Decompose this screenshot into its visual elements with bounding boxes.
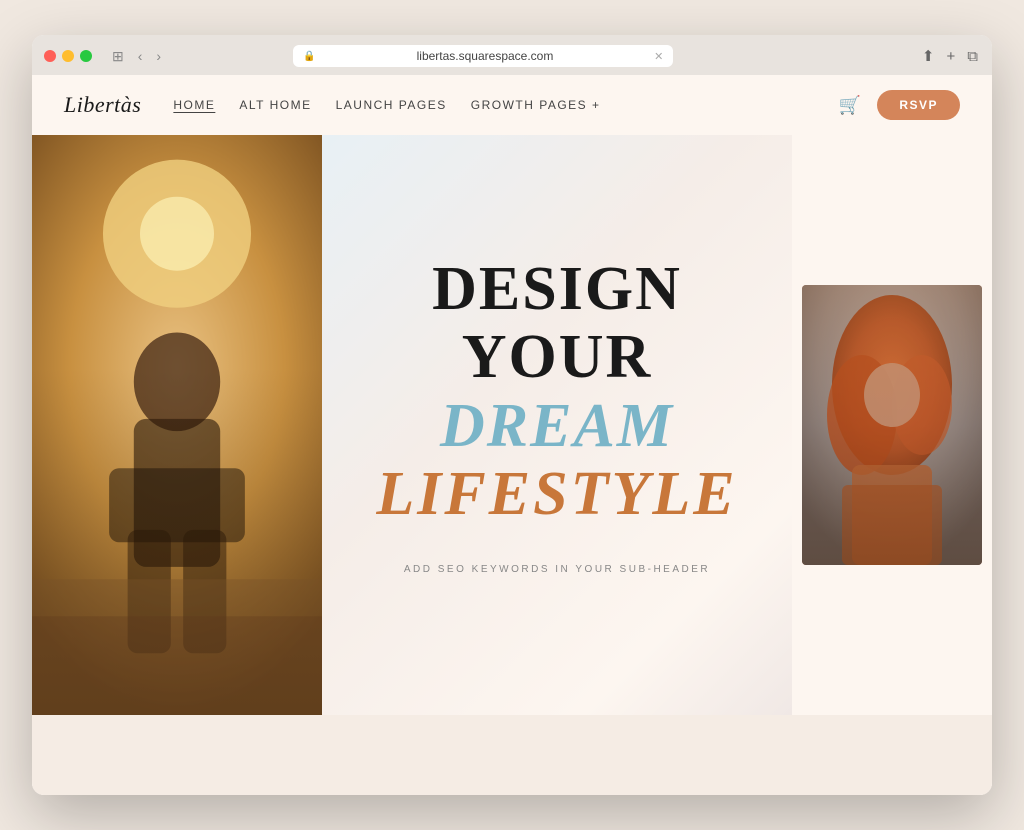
browser-actions: ⬆ + ⧉ [920, 45, 980, 67]
rsvp-button[interactable]: RSVP [877, 90, 960, 120]
browser-chrome: ⊞ ‹ › 🔒 libertas.squarespace.com ✕ ⬆ + ⧉ [32, 35, 992, 75]
hero-line-lifestyle: LIFESTYLE [362, 460, 752, 528]
hero-right-svg [802, 285, 982, 565]
nav-links: HOME ALT HOME LAUNCH PAGES GROWTH PAGES … [173, 98, 839, 112]
traffic-lights [44, 50, 92, 62]
website-content: Libertàs HOME ALT HOME LAUNCH PAGES GROW… [32, 75, 992, 795]
address-bar[interactable]: 🔒 libertas.squarespace.com ✕ [293, 45, 673, 67]
nav-right: 🛒 RSVP [839, 90, 960, 120]
nav-link-home[interactable]: HOME [173, 98, 215, 112]
hero-word-dream: DREAM [440, 392, 674, 460]
maximize-button[interactable] [80, 50, 92, 62]
url-text: libertas.squarespace.com [322, 49, 648, 63]
nav-link-launch-pages[interactable]: LAUNCH PAGES [336, 98, 447, 112]
new-tab-icon[interactable]: + [945, 46, 958, 67]
hero-section: DESIGN YOUR DREAM LIFESTYLE ADD SEO KEYW… [32, 135, 992, 715]
hero-word-your: YOUR [462, 323, 653, 391]
site-nav: Libertàs HOME ALT HOME LAUNCH PAGES GROW… [32, 75, 992, 135]
share-icon[interactable]: ⬆ [920, 45, 937, 67]
close-button[interactable] [44, 50, 56, 62]
hero-image-left-placeholder [32, 135, 322, 715]
minimize-button[interactable] [62, 50, 74, 62]
window-icon[interactable]: ⊞ [108, 47, 128, 65]
hero-title: DESIGN YOUR DREAM LIFESTYLE [362, 255, 752, 528]
site-bottom [32, 715, 992, 795]
nav-link-growth-pages[interactable]: GROWTH PAGES + [471, 98, 601, 112]
browser-window: ⊞ ‹ › 🔒 libertas.squarespace.com ✕ ⬆ + ⧉… [32, 35, 992, 795]
lock-icon: 🔒 [303, 51, 315, 62]
hero-image-right-placeholder [802, 285, 982, 565]
hero-image-left [32, 135, 322, 715]
hero-center: DESIGN YOUR DREAM LIFESTYLE ADD SEO KEYW… [322, 135, 792, 715]
hero-subtitle: ADD SEO KEYWORDS IN YOUR SUB-HEADER [404, 564, 710, 575]
hero-left-svg [32, 135, 322, 715]
nav-link-alt-home[interactable]: ALT HOME [239, 98, 311, 112]
back-button[interactable]: ‹ [134, 47, 147, 65]
address-clear-icon[interactable]: ✕ [654, 50, 663, 63]
hero-line-your-dream: YOUR DREAM [362, 323, 752, 459]
site-logo[interactable]: Libertàs [64, 92, 141, 118]
browser-controls: ⊞ ‹ › [108, 47, 165, 65]
cart-icon[interactable]: 🛒 [839, 95, 861, 116]
forward-button[interactable]: › [152, 47, 165, 65]
hero-image-right [792, 135, 992, 715]
hero-line-design: DESIGN [362, 255, 752, 323]
tile-icon[interactable]: ⧉ [965, 46, 980, 67]
